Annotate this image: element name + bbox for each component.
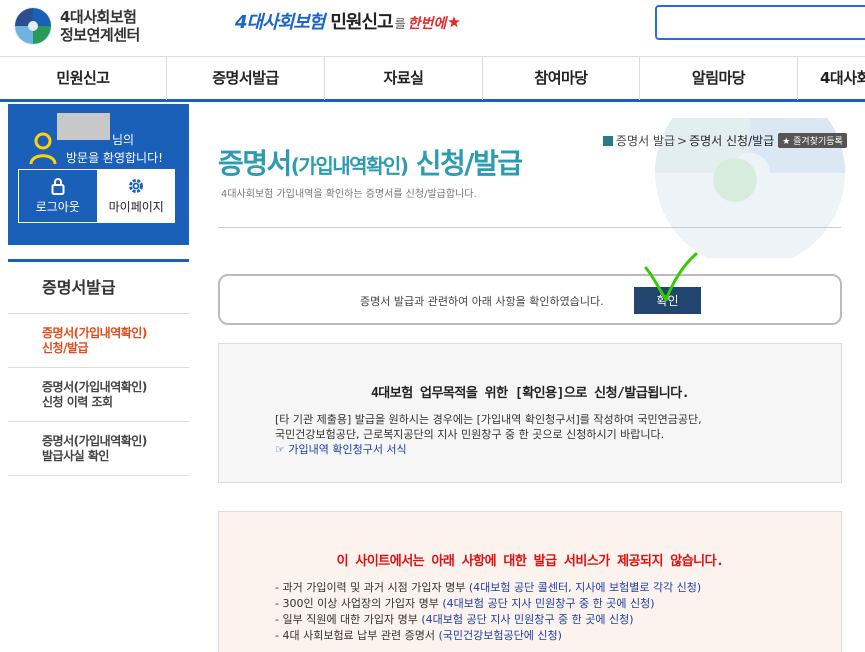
page-title: 증명서(가입내역확인) 신청/발급 bbox=[218, 147, 523, 180]
nav-item-complaint[interactable]: 민원신고 bbox=[0, 57, 167, 100]
logout-button[interactable]: 로그아웃 bbox=[18, 169, 98, 223]
gear-icon bbox=[129, 179, 144, 193]
list-item: - 4대 사회보험료 납부 관련 증명서 (국민건강보험공단에 신청) bbox=[275, 629, 562, 642]
home-icon[interactable] bbox=[603, 135, 613, 146]
lock-icon bbox=[51, 178, 65, 195]
mypage-label: 마이페이지 bbox=[108, 200, 164, 214]
favorite-button[interactable]: ★ 즐겨찾기등록 bbox=[778, 133, 847, 148]
slogan-red: 한번에 bbox=[407, 16, 447, 32]
warning-panel: 이 사이트에서는 아래 사항에 대한 발급 서비스가 제공되지 않습니다. - … bbox=[218, 511, 842, 652]
list-item: - 300인 이상 사업장의 가입자 명부 (4대보험 공단 지사 민원창구 중… bbox=[275, 597, 655, 610]
info-body: [타 기관 제출용] 발급을 원하시는 경우에는 [가입내역 확인청구서]를 작… bbox=[275, 412, 795, 457]
slogan-blue: 4대사회보험 bbox=[235, 12, 325, 33]
user-suffix: 님의 bbox=[112, 133, 135, 147]
page-description: 4대사회보험 가입내역을 확인하는 증명서를 신청/발급합니다. bbox=[221, 189, 477, 200]
side-menu: 증명서발급 증명서(가입내역확인) 신청/발급 증명서(가입내역확인) 신청 이… bbox=[8, 259, 189, 476]
warning-title: 이 사이트에서는 아래 사항에 대한 발급 서비스가 제공되지 않습니다. bbox=[336, 554, 724, 569]
user-icon bbox=[29, 132, 57, 165]
title-divider bbox=[218, 227, 841, 228]
list-item: - 일부 직원에 대한 가입자 명부 (4대보험 공단 지사 민원창구 중 한 … bbox=[275, 613, 634, 626]
info-title: 4대보험 업무목적을 위한 [확인용]으로 신청/발급됩니다. bbox=[370, 386, 690, 401]
info-panel: 4대보험 업무목적을 위한 [확인용]으로 신청/발급됩니다. [타 기관 제출… bbox=[218, 343, 842, 483]
logout-label: 로그아웃 bbox=[35, 200, 80, 214]
warning-list: - 과거 가입이력 및 과거 시점 가입자 명부 (4대보험 공단 콜센터, 지… bbox=[275, 580, 701, 644]
side-item-apply[interactable]: 증명서(가입내역확인) 신청/발급 bbox=[8, 314, 189, 368]
breadcrumb-separator: > bbox=[677, 133, 688, 148]
nav-item-4insurance[interactable]: 4대사회 bbox=[798, 57, 865, 100]
confirm-button[interactable]: 확인 bbox=[634, 287, 701, 314]
side-item-history[interactable]: 증명서(가입내역확인) 신청 이력 조회 bbox=[8, 368, 189, 422]
logo-line2: 정보연계센터 bbox=[60, 26, 140, 44]
confirm-panel: 증명서 발급과 관련하여 아래 사항을 확인하였습니다. 확인 bbox=[218, 274, 842, 325]
slogan-dark: 민원신고 bbox=[330, 12, 393, 33]
breadcrumb: 증명서 발급 > 증명서 신청/발급 ★ 즐겨찾기등록 bbox=[603, 132, 847, 149]
header-slogan: 4대사회보험 민원신고 를 한번에 bbox=[235, 8, 461, 34]
user-name-redacted bbox=[57, 113, 110, 140]
user-panel: 님의 방문을 환영합니다! 로그아웃 마이페이지 bbox=[8, 104, 189, 245]
slogan-small: 를 bbox=[394, 17, 406, 31]
list-item: - 과거 가입이력 및 과거 시점 가입자 명부 (4대보험 공단 콜센터, 지… bbox=[275, 581, 702, 594]
nav-item-archive[interactable]: 자료실 bbox=[325, 57, 483, 100]
mypage-button[interactable]: 마이페이지 bbox=[97, 169, 175, 223]
nav-item-participation[interactable]: 참여마당 bbox=[483, 57, 640, 100]
site-logo[interactable]: 4대사회보험 정보연계센터 bbox=[12, 4, 192, 48]
logo-line1: 4대사회보험 bbox=[60, 8, 137, 26]
side-item-verify[interactable]: 증명서(가입내역확인) 발급사실 확인 bbox=[8, 422, 189, 476]
main-nav: 민원신고 증명서발급 자료실 참여마당 알림마당 4대사회 bbox=[0, 56, 865, 102]
star-icon bbox=[448, 16, 461, 28]
claim-form-link[interactable]: ☞ 가입내역 확인청구서 서식 bbox=[275, 442, 795, 457]
nav-item-notice[interactable]: 알림마당 bbox=[640, 57, 798, 100]
side-menu-title: 증명서발급 bbox=[8, 262, 189, 314]
welcome-text: 방문을 환영합니다! bbox=[66, 151, 163, 165]
logo-icon bbox=[14, 7, 52, 45]
top-header: 4대사회보험 정보연계센터 4대사회보험 민원신고 를 한번에 bbox=[0, 0, 865, 56]
breadcrumb-parent[interactable]: 증명서 발급 bbox=[616, 132, 675, 149]
breadcrumb-current: 증명서 신청/발급 bbox=[689, 134, 775, 148]
nav-item-certificate[interactable]: 증명서발급 bbox=[167, 57, 325, 100]
confirm-text: 증명서 발급과 관련하여 아래 사항을 확인하였습니다. bbox=[360, 295, 604, 308]
search-field[interactable] bbox=[655, 5, 865, 40]
